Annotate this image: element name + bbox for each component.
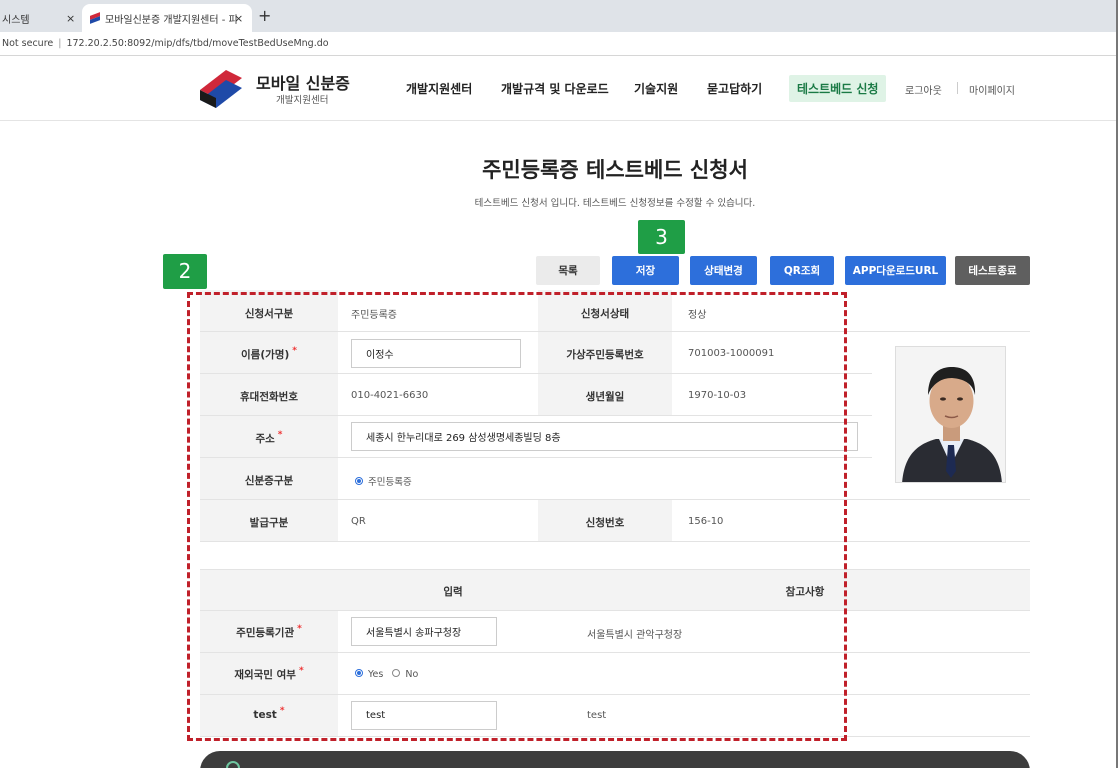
applicant-photo xyxy=(895,346,1006,483)
security-indicator[interactable]: Not secure xyxy=(2,38,53,49)
url-text[interactable]: 172.20.2.50:8092/mip/dfs/tbd/moveTestBed… xyxy=(66,38,328,49)
page-description: 테스트베드 신청서 입니다. 테스트베드 신청정보를 수정할 수 있습니다. xyxy=(474,198,756,209)
logo-subtitle: 개발지원센터 xyxy=(276,95,329,106)
browser-tab-strip: 시스템 × 모바일신분증 개발지원센터 - 피 × + xyxy=(0,0,1116,32)
tab-title: 시스템 xyxy=(2,14,30,26)
header-divider xyxy=(0,120,1116,121)
highlight-box xyxy=(187,292,847,741)
nav-tech-support[interactable]: 기술지원 xyxy=(634,80,678,97)
status-change-button[interactable]: 상태변경 xyxy=(690,256,757,285)
browser-tab-system[interactable]: 시스템 × xyxy=(0,4,82,32)
nav-qna[interactable]: 묻고답하기 xyxy=(707,80,762,97)
footer-bar xyxy=(200,751,1030,768)
test-end-button[interactable]: 테스트종료 xyxy=(955,256,1030,285)
step-marker-save: 3 xyxy=(638,220,685,254)
step-marker-form: 2 xyxy=(163,254,207,289)
logo-title[interactable]: 모바일 신분증 xyxy=(256,70,350,94)
address-separator: | xyxy=(58,38,62,49)
logout-link[interactable]: 로그아웃 xyxy=(905,82,942,97)
address-bar[interactable]: Not secure | 172.20.2.50:8092/mip/dfs/tb… xyxy=(0,32,1116,56)
app-download-url-button[interactable]: APP다운로드URL xyxy=(845,256,946,285)
nav-testbed-apply[interactable]: 테스트베드 신청 xyxy=(789,75,887,102)
favicon-icon xyxy=(90,14,100,22)
new-tab-button[interactable]: + xyxy=(258,6,271,25)
qr-lookup-button[interactable]: QR조회 xyxy=(770,256,834,285)
close-icon[interactable]: × xyxy=(234,12,243,25)
mypage-link[interactable]: 마이페이지 xyxy=(969,82,1015,97)
page-title: 주민등록증 테스트베드 신청서 xyxy=(482,158,748,182)
nav-divider xyxy=(957,82,958,94)
nav-dev-center[interactable]: 개발지원센터 xyxy=(406,80,472,97)
nav-spec-download[interactable]: 개발규격 및 다운로드 xyxy=(501,80,609,97)
save-button[interactable]: 저장 xyxy=(612,256,679,285)
portrait-image xyxy=(896,347,1005,482)
list-button[interactable]: 목록 xyxy=(536,256,600,285)
tab-title: 모바일신분증 개발지원센터 - 피 xyxy=(105,14,238,26)
chat-icon[interactable] xyxy=(226,761,240,768)
logo-icon[interactable] xyxy=(196,68,246,112)
browser-tab-active[interactable]: 모바일신분증 개발지원센터 - 피 × xyxy=(82,4,252,32)
close-icon[interactable]: × xyxy=(66,12,75,25)
